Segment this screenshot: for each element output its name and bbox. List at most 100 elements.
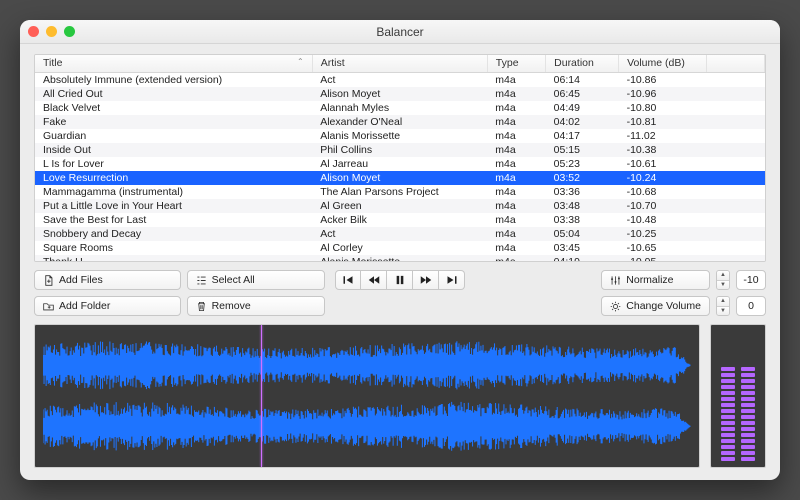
cell-duration: 06:14	[546, 72, 619, 87]
cell-type: m4a	[487, 115, 545, 129]
lower-panel	[34, 324, 766, 468]
playhead[interactable]	[261, 325, 262, 467]
cell-title: Guardian	[35, 129, 312, 143]
cell-volume: -10.81	[619, 115, 707, 129]
cell-type: m4a	[487, 143, 545, 157]
table-header-row[interactable]: Title⌃ Artist Type Duration Volume (dB)	[35, 55, 765, 72]
cell-artist: Acker Bilk	[312, 213, 487, 227]
skip-forward-button[interactable]	[439, 270, 465, 290]
add-folder-button[interactable]: Add Folder	[34, 296, 181, 316]
chevron-up-icon[interactable]: ▲	[717, 271, 729, 281]
sliders-icon	[610, 275, 621, 286]
table-row[interactable]: L Is for LoverAl Jarreaum4a05:23-10.61	[35, 157, 765, 171]
table-row[interactable]: Love ResurrectionAlison Moyetm4a03:52-10…	[35, 171, 765, 185]
cell-duration: 04:02	[546, 115, 619, 129]
cell-duration: 04:17	[546, 129, 619, 143]
select-all-button[interactable]: Select All	[187, 270, 325, 290]
cell-volume: -10.38	[619, 143, 707, 157]
col-blank	[706, 55, 764, 72]
normalize-button[interactable]: Normalize	[601, 270, 710, 290]
minimize-icon[interactable]	[46, 26, 57, 37]
col-artist[interactable]: Artist	[312, 55, 487, 72]
table-row[interactable]: GuardianAlanis Morissettem4a04:17-11.02	[35, 129, 765, 143]
meter-bar-right	[741, 360, 755, 461]
table-row[interactable]: Save the Best for LastAcker Bilkm4a03:38…	[35, 213, 765, 227]
track-table[interactable]: Title⌃ Artist Type Duration Volume (dB) …	[34, 54, 766, 262]
cell-type: m4a	[487, 199, 545, 213]
cell-volume: -10.80	[619, 101, 707, 115]
table-row[interactable]: Thank UAlanis Morissettem4a04:19-10.95	[35, 255, 765, 263]
table-row[interactable]: All Cried OutAlison Moyetm4a06:45-10.96	[35, 87, 765, 101]
folder-plus-icon	[43, 301, 54, 312]
normalize-stepper[interactable]: ▲▼	[716, 270, 730, 290]
cell-title: Snobbery and Decay	[35, 227, 312, 241]
waveform-view[interactable]	[34, 324, 700, 468]
cell-artist: Al Corley	[312, 241, 487, 255]
cell-volume: -10.65	[619, 241, 707, 255]
cell-duration: 04:49	[546, 101, 619, 115]
cell-artist: Act	[312, 227, 487, 241]
cell-duration: 05:15	[546, 143, 619, 157]
cell-volume: -10.25	[619, 227, 707, 241]
cell-duration: 04:19	[546, 255, 619, 263]
label: Normalize	[626, 274, 673, 286]
table-row[interactable]: Mammagamma (instrumental)The Alan Parson…	[35, 185, 765, 199]
cell-artist: Alexander O'Neal	[312, 115, 487, 129]
add-files-button[interactable]: Add Files	[34, 270, 181, 290]
change-volume-value[interactable]: 0	[736, 296, 766, 316]
skip-back-button[interactable]	[335, 270, 361, 290]
cell-title: Mammagamma (instrumental)	[35, 185, 312, 199]
normalize-value[interactable]: -10	[736, 270, 766, 290]
cell-duration: 03:38	[546, 213, 619, 227]
file-plus-icon	[43, 275, 54, 286]
cell-artist: Al Green	[312, 199, 487, 213]
chevron-down-icon[interactable]: ▼	[717, 307, 729, 316]
table-row[interactable]: Square RoomsAl Corleym4a03:45-10.65	[35, 241, 765, 255]
cell-title: Put a Little Love in Your Heart	[35, 199, 312, 213]
sort-asc-icon: ⌃	[297, 57, 304, 66]
cell-artist: Alanis Morissette	[312, 129, 487, 143]
cell-duration: 05:04	[546, 227, 619, 241]
brightness-icon	[610, 301, 621, 312]
content: Title⌃ Artist Type Duration Volume (dB) …	[20, 44, 780, 480]
cell-volume: -11.02	[619, 129, 707, 143]
app-window: Balancer Title⌃ Artist Type Duration Vol…	[20, 20, 780, 480]
cell-artist: Alison Moyet	[312, 87, 487, 101]
cell-title: Black Velvet	[35, 101, 312, 115]
cell-volume: -10.24	[619, 171, 707, 185]
rewind-button[interactable]	[361, 270, 387, 290]
toolbar: Add Files Select All Add Folder Remove	[34, 270, 766, 316]
waveform-right-channel	[43, 399, 691, 454]
col-type[interactable]: Type	[487, 55, 545, 72]
chevron-up-icon[interactable]: ▲	[717, 297, 729, 307]
col-volume[interactable]: Volume (dB)	[619, 55, 707, 72]
table-row[interactable]: FakeAlexander O'Nealm4a04:02-10.81	[35, 115, 765, 129]
cell-duration: 03:36	[546, 185, 619, 199]
table-row[interactable]: Put a Little Love in Your HeartAl Greenm…	[35, 199, 765, 213]
change-volume-stepper[interactable]: ▲▼	[716, 296, 730, 316]
table-row[interactable]: Snobbery and DecayActm4a05:04-10.25	[35, 227, 765, 241]
cell-title: Love Resurrection	[35, 171, 312, 185]
col-duration[interactable]: Duration	[546, 55, 619, 72]
label: Add Folder	[59, 300, 110, 312]
cell-type: m4a	[487, 227, 545, 241]
change-volume-button[interactable]: Change Volume	[601, 296, 710, 316]
close-icon[interactable]	[28, 26, 39, 37]
cell-artist: Phil Collins	[312, 143, 487, 157]
cell-title: L Is for Lover	[35, 157, 312, 171]
fast-forward-button[interactable]	[413, 270, 439, 290]
pause-button[interactable]	[387, 270, 413, 290]
trash-icon	[196, 301, 207, 312]
cell-title: Save the Best for Last	[35, 213, 312, 227]
chevron-down-icon[interactable]: ▼	[717, 281, 729, 290]
titlebar[interactable]: Balancer	[20, 20, 780, 44]
level-meter	[710, 324, 766, 468]
col-title[interactable]: Title⌃	[35, 55, 312, 72]
table-row[interactable]: Black VelvetAlannah Mylesm4a04:49-10.80	[35, 101, 765, 115]
remove-button[interactable]: Remove	[187, 296, 325, 316]
table-row[interactable]: Inside OutPhil Collinsm4a05:15-10.38	[35, 143, 765, 157]
cell-title: Fake	[35, 115, 312, 129]
cell-artist: Act	[312, 72, 487, 87]
table-row[interactable]: Absolutely Immune (extended version)Actm…	[35, 72, 765, 87]
zoom-icon[interactable]	[64, 26, 75, 37]
